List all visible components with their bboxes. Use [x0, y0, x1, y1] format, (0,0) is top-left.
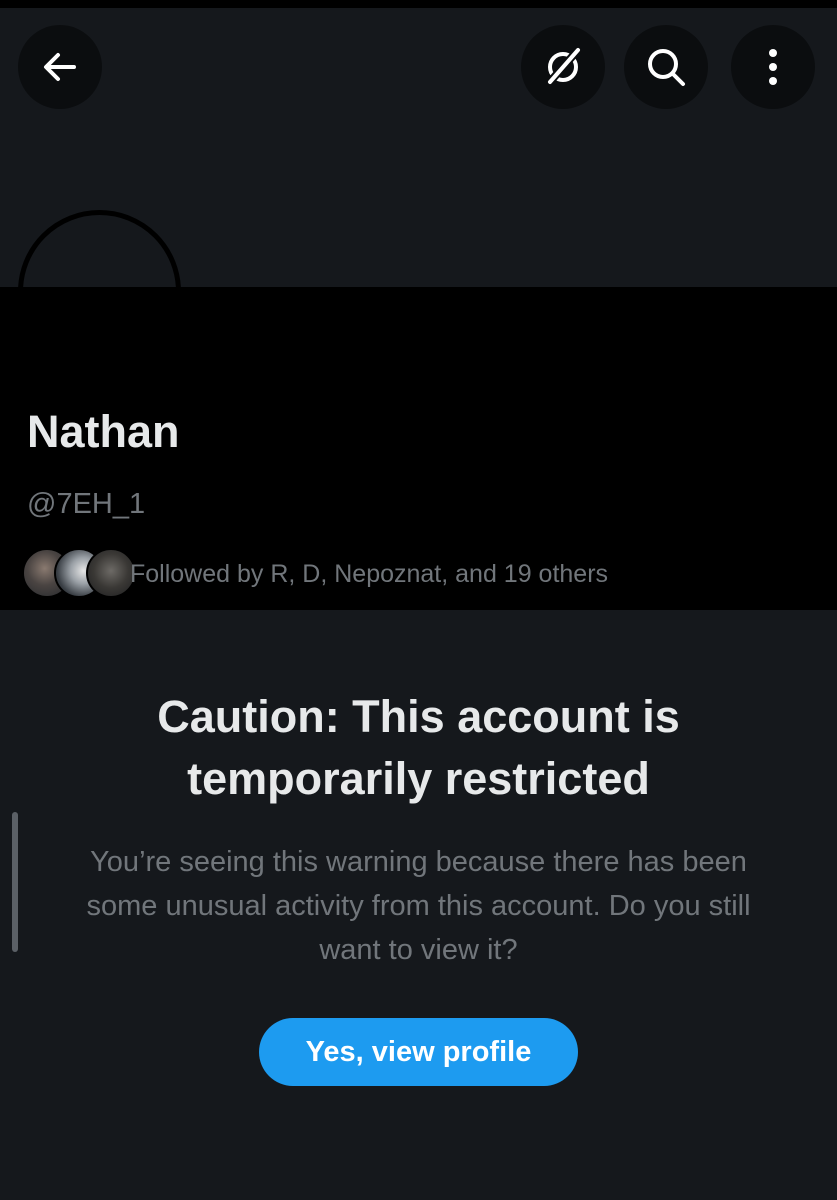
- caution-message: You’re seeing this warning because there…: [86, 846, 751, 966]
- scrollbar[interactable]: [12, 812, 18, 952]
- grok-icon: [545, 48, 581, 86]
- followers-avatar-stack[interactable]: [22, 548, 136, 600]
- view-profile-button[interactable]: Yes, view profile: [259, 1018, 578, 1086]
- profile-name: Nathan: [27, 406, 180, 457]
- caution-title: Caution: This account is temporarily res…: [157, 691, 680, 804]
- profile-handle: @7EH_1: [27, 488, 146, 520]
- status-bar-strip: [0, 0, 837, 8]
- follower-avatar: [86, 548, 136, 598]
- followed-by-text[interactable]: Followed by R, D, Nepoznat, and 19 other…: [130, 557, 608, 591]
- arrow-left-icon: [44, 53, 76, 81]
- search-icon: [648, 49, 685, 86]
- more-options-button[interactable]: [731, 25, 815, 109]
- back-button[interactable]: [18, 25, 102, 109]
- search-button[interactable]: [624, 25, 708, 109]
- more-vertical-icon: [769, 49, 777, 85]
- grok-button[interactable]: [521, 25, 605, 109]
